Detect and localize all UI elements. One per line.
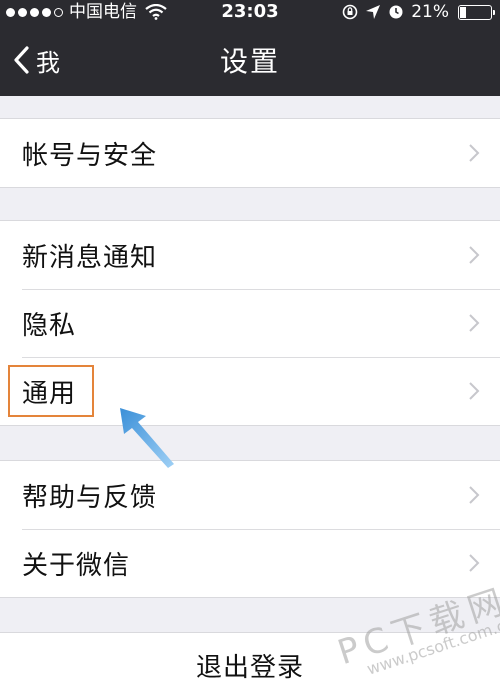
settings-item-label: 隐私 <box>22 310 77 341</box>
chevron-right-icon <box>469 246 480 264</box>
chevron-right-icon <box>469 382 480 400</box>
chevron-right-icon <box>469 144 480 162</box>
settings-item-account-security[interactable]: 帐号与安全 <box>0 119 500 187</box>
logout-label: 退出登录 <box>195 652 304 683</box>
settings-group-help: 帮助与反馈 关于微信 <box>0 460 500 598</box>
settings-item-label: 帐号与安全 <box>22 140 158 171</box>
settings-item-label: 帮助与反馈 <box>22 482 158 513</box>
battery-level <box>460 6 467 18</box>
chevron-right-icon <box>469 314 480 332</box>
highlight-box <box>8 365 94 417</box>
settings-item-label: 关于微信 <box>22 550 131 581</box>
settings-item-about[interactable]: 关于微信 <box>0 529 500 597</box>
location-arrow-icon <box>366 5 381 19</box>
navigation-bar: 我 设置 <box>0 24 500 96</box>
settings-item-general[interactable]: 通用 <box>0 357 500 425</box>
settings-item-privacy[interactable]: 隐私 <box>0 289 500 357</box>
battery-percent: 21% <box>411 2 449 22</box>
battery-icon <box>458 4 495 20</box>
settings-group-account: 帐号与安全 <box>0 118 500 188</box>
status-bar: 中国电信 23:03 21% <box>0 0 500 24</box>
annotation-arrow-icon <box>120 408 174 468</box>
rotation-lock-icon <box>342 4 358 20</box>
settings-item-notifications[interactable]: 新消息通知 <box>0 221 500 289</box>
chevron-right-icon <box>469 554 480 572</box>
settings-item-help-feedback[interactable]: 帮助与反馈 <box>0 461 500 529</box>
logout-button[interactable]: 退出登录 <box>0 632 500 697</box>
alarm-icon <box>389 5 403 19</box>
settings-item-label: 新消息通知 <box>22 242 158 273</box>
settings-group-general: 新消息通知 隐私 通用 <box>0 220 500 426</box>
page-title: 设置 <box>219 45 280 78</box>
chevron-right-icon <box>469 486 480 504</box>
status-right: 21% <box>342 0 495 24</box>
top-bar: 中国电信 23:03 21% 我 设置 <box>0 0 500 96</box>
